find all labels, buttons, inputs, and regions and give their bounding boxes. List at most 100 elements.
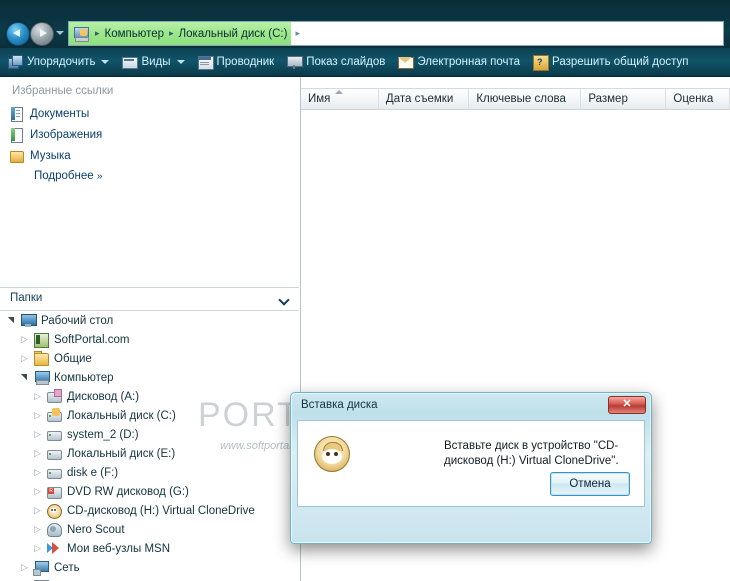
recent-pages-dropdown-icon[interactable] [56, 31, 64, 35]
pictures-icon [10, 127, 23, 143]
favorite-links-title: Избранные ссылки [12, 85, 114, 97]
chevron-right-icon[interactable] [32, 425, 46, 444]
system-drive-icon [46, 408, 62, 423]
sidebar-item-documents[interactable]: Документы [0, 103, 300, 124]
tree-item-9[interactable]: R DVD RW дисковод (G:) [0, 482, 299, 501]
network-icon [33, 560, 49, 576]
tree-item-label: Мои веб-узлы MSN [67, 542, 171, 555]
chevron-down-icon[interactable] [6, 311, 20, 330]
explorer-icon [197, 55, 214, 70]
tree-item-2[interactable]: Общие [0, 349, 299, 368]
tree-item-0[interactable]: Рабочий стол [0, 311, 299, 330]
tree-item-label: Сеть [54, 561, 80, 574]
breadcrumb-separator-1[interactable]: ▸ [166, 28, 177, 39]
folder-tree: Рабочий стол SoftPortal.com Общие Компьютер… [0, 311, 299, 581]
share-icon: ? [533, 55, 550, 71]
tree-item-11[interactable]: Nero Scout [0, 520, 299, 539]
chevron-right-icon[interactable] [32, 463, 46, 482]
tree-item-label: Локальный диск (E:) [67, 447, 176, 460]
sidebar-more-link[interactable]: Подробнее » [0, 166, 300, 187]
column-header-2[interactable]: Ключевые слова [469, 89, 582, 109]
tree-item-label: Nero Scout [67, 523, 125, 536]
chevron-right-icon[interactable] [32, 444, 46, 463]
tree-item-1[interactable]: SoftPortal.com [0, 330, 299, 349]
computer-icon [33, 370, 50, 385]
hard-drive-icon [46, 446, 62, 461]
toolbar-button-explorer[interactable]: Проводник [193, 50, 280, 74]
tree-item-label: disk e (F:) [67, 466, 119, 479]
tree-item-14[interactable]: Панель управления [0, 577, 299, 581]
tree-item-label: CD-дисковод (H:) Virtual CloneDrive [67, 504, 255, 517]
tree-item-8[interactable]: disk e (F:) [0, 463, 299, 482]
toolbar-button-slideshow[interactable]: Показ слайдов [282, 50, 390, 74]
cancel-button[interactable]: Отмена [550, 472, 630, 496]
chevron-down-icon[interactable] [176, 60, 185, 64]
address-bar[interactable]: ▸ Компьютер ▸ Локальный диск (C:) ▸ [68, 21, 724, 46]
chevron-right-icon[interactable] [32, 482, 46, 501]
chevron-right-icon[interactable] [19, 558, 33, 577]
toolbar-button-organize[interactable]: Упорядочить [3, 50, 114, 74]
music-icon [10, 149, 24, 163]
tree-item-10[interactable]: CD-дисковод (H:) Virtual CloneDrive [0, 501, 299, 520]
tree-item-7[interactable]: Локальный диск (E:) [0, 444, 299, 463]
tree-item-12[interactable]: Мои веб-узлы MSN [0, 539, 299, 558]
slideshow-icon [287, 55, 304, 69]
column-header-label: Имя [308, 93, 331, 105]
dialog-title: Вставка диска [301, 399, 378, 411]
floppy-drive-icon [46, 389, 62, 404]
clonedrive-icon [46, 503, 62, 519]
folders-title: Папки [10, 292, 43, 304]
dialog-body: Вставьте диск в устройство "CD-дисковод … [297, 420, 645, 507]
insert-disc-dialog: Вставка диска ✕ Вставьте диск в устройст… [290, 392, 652, 544]
chevron-down-icon[interactable] [19, 368, 33, 387]
close-button[interactable]: ✕ [608, 396, 646, 414]
toolbar-label-slideshow: Показ слайдов [306, 56, 386, 68]
toolbar-label-explorer: Проводник [216, 56, 275, 68]
breadcrumb: ▸ Компьютер ▸ Локальный диск (C:) [69, 22, 292, 45]
folders-section-header[interactable]: Папки [0, 287, 299, 311]
column-header-4[interactable]: Оценка [666, 89, 730, 109]
chevron-right-icon[interactable] [32, 406, 46, 425]
column-header-1[interactable]: Дата съемки [379, 89, 470, 109]
tree-item-13[interactable]: Сеть [0, 558, 299, 577]
tree-item-label: Общие [54, 352, 92, 365]
chevron-down-icon[interactable] [101, 60, 110, 64]
column-header-3[interactable]: Размер [581, 89, 667, 109]
toolbar-button-share[interactable]: ? Разрешить общий доступ [528, 50, 693, 74]
tree-item-6[interactable]: system_2 (D:) [0, 425, 299, 444]
tree-item-4[interactable]: Дисковод (A:) [0, 387, 299, 406]
back-button[interactable] [6, 22, 30, 46]
toolbar-button-views[interactable]: Виды [117, 50, 189, 74]
sidebar-item-music[interactable]: Музыка [0, 145, 300, 166]
chevron-down-icon[interactable] [280, 296, 289, 302]
toolbar-label-share: Разрешить общий доступ [552, 56, 689, 68]
toolbar: Упорядочить Виды Проводник Показ слайдов [0, 48, 730, 77]
tree-item-3[interactable]: Компьютер [0, 368, 299, 387]
chevron-right-icon[interactable] [19, 577, 33, 581]
breadcrumb-separator-0[interactable]: ▸ [92, 28, 103, 39]
toolbar-button-email[interactable]: Электронная почта [393, 50, 525, 74]
folder-icon [33, 351, 49, 366]
sidebar-label-documents: Документы [30, 107, 90, 120]
breadcrumb-item-local-disk-c[interactable]: Локальный диск (C:) [177, 28, 290, 40]
tree-item-label: Рабочий стол [41, 314, 114, 327]
sidebar-item-pictures[interactable]: Изображения [0, 124, 300, 145]
chevron-right-icon[interactable] [19, 349, 33, 368]
breadcrumb-item-computer[interactable]: Компьютер [103, 28, 167, 40]
chevron-right-icon[interactable] [32, 539, 46, 558]
desktop-icon [20, 313, 37, 328]
disc-insert-icon [314, 436, 350, 472]
sidebar-label-music: Музыка [30, 149, 71, 162]
hard-drive-icon [46, 465, 62, 480]
breadcrumb-separator-trailing[interactable]: ▸ [291, 28, 304, 39]
column-headers: Имя Дата съемки Ключевые слова Размер Оценка [301, 88, 730, 110]
column-header-0[interactable]: Имя [301, 89, 379, 109]
tree-item-label: Компьютер [54, 371, 114, 384]
views-icon [122, 55, 139, 69]
tree-item-5[interactable]: Локальный диск (C:) [0, 406, 299, 425]
chevron-right-icon[interactable] [32, 520, 46, 539]
chevron-right-icon[interactable] [19, 330, 33, 349]
forward-button[interactable] [30, 22, 54, 46]
chevron-right-icon[interactable] [32, 501, 46, 520]
chevron-right-icon[interactable] [32, 387, 46, 406]
